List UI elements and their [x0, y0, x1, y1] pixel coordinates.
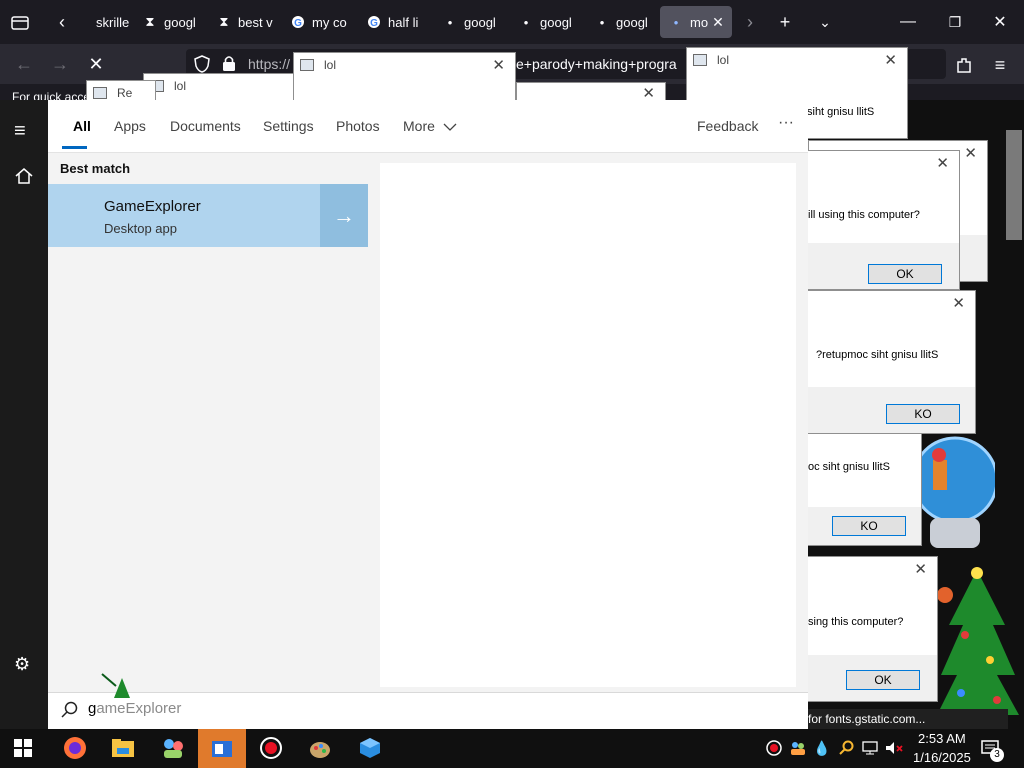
browser-tab-active[interactable]: • mo ✕ [660, 6, 732, 38]
tree-cursor-icon [100, 672, 134, 702]
dialog-ok-button[interactable]: KO [832, 516, 906, 536]
active-app-icon[interactable] [198, 729, 246, 768]
search-filter-bar: All Apps Documents Settings Photos More … [48, 100, 808, 153]
close-icon[interactable]: ✕ [492, 56, 505, 74]
window-close-icon[interactable]: ✕ [988, 10, 1012, 34]
popup-dialog[interactable]: lol ✕ [293, 52, 516, 102]
google-icon: G [290, 14, 306, 30]
close-icon[interactable]: ✕ [914, 560, 927, 578]
start-rail: ≡ ⚙ [0, 100, 48, 729]
svg-text:G: G [294, 18, 302, 29]
result-app-name[interactable]: GameExplorer [104, 198, 201, 215]
tab-documents[interactable]: Documents [170, 118, 241, 134]
dot-icon: • [447, 14, 453, 30]
search-input[interactable]: gameExplorer [88, 700, 181, 717]
file-explorer-icon[interactable] [108, 734, 138, 762]
url-text-start: https:// [248, 56, 291, 72]
new-tab-icon[interactable]: + [773, 10, 797, 34]
preview-pane [380, 163, 796, 687]
browser-tab[interactable]: • googl [510, 6, 584, 38]
chevron-down-icon [443, 118, 457, 134]
extensions-icon[interactable] [952, 53, 976, 77]
page-scrollbar[interactable] [1006, 130, 1022, 240]
open-details-arrow-icon[interactable]: → [320, 184, 368, 247]
browser-tab[interactable]: • googl [434, 6, 508, 38]
record-icon[interactable] [256, 734, 286, 762]
volume-muted-icon[interactable] [884, 734, 904, 762]
hourglass-icon: ⧗ [145, 14, 155, 29]
close-icon[interactable]: ✕ [952, 294, 965, 312]
clock-time[interactable]: 2:53 AM [918, 731, 966, 746]
browser-tab[interactable]: G half li [358, 6, 432, 38]
dot-icon: • [673, 14, 679, 30]
tab-photos[interactable]: Photos [336, 118, 380, 134]
menu-icon[interactable]: ≡ [988, 53, 1012, 77]
hourglass-icon: ⧗ [219, 14, 229, 29]
christmas-tree-image [935, 565, 1020, 730]
best-match-result[interactable] [48, 184, 320, 247]
result-app-type: Desktop app [104, 221, 177, 236]
list-tabs-icon[interactable]: ⌄ [813, 10, 837, 34]
tab-more[interactable]: More [403, 118, 457, 134]
dialog-ok-button[interactable]: KO [886, 404, 960, 424]
tab-all[interactable]: All [73, 118, 91, 134]
back-icon[interactable]: ← [12, 52, 36, 76]
tab-apps[interactable]: Apps [114, 118, 146, 134]
best-match-heading: Best match [60, 161, 131, 176]
tab-settings[interactable]: Settings [263, 118, 314, 134]
browser-tab-bar: ‹ skrille ⧗ googl ⧗ best v G my co G hal… [0, 0, 1024, 44]
recording-tray-icon[interactable] [764, 734, 784, 762]
stop-loading-icon[interactable]: ✕ [84, 52, 108, 76]
more-options-icon[interactable]: ··· [778, 114, 794, 132]
popup-dialog[interactable]: ✕ sing this computer? OK [808, 556, 938, 702]
close-icon[interactable]: ✕ [964, 144, 977, 162]
search-icon [60, 701, 78, 724]
forward-icon[interactable]: → [48, 52, 72, 76]
dot-icon: • [599, 14, 605, 30]
close-tab-icon[interactable]: ✕ [712, 14, 724, 31]
google-icon: G [366, 14, 382, 30]
window-icon [300, 59, 314, 71]
firefox-icon[interactable] [60, 734, 90, 762]
network-icon[interactable] [860, 734, 880, 762]
home-icon[interactable] [14, 166, 34, 191]
popup-dialog[interactable]: oc siht gnisu llitS KO [808, 434, 922, 546]
popup-dialog[interactable]: ✕ ill using this computer? OK [808, 150, 960, 290]
close-icon[interactable]: ✕ [936, 154, 949, 172]
restore-icon[interactable]: ❐ [943, 10, 967, 34]
clock-date[interactable]: 1/16/2025 [913, 750, 971, 765]
window-icon [693, 54, 707, 66]
search-tray-icon[interactable] [836, 734, 856, 762]
tab-overview-icon[interactable] [8, 10, 32, 34]
page-icon [74, 14, 90, 30]
window-icon [93, 87, 107, 99]
minimize-icon[interactable]: — [896, 10, 920, 34]
popup-dialog[interactable]: lol [143, 73, 303, 103]
close-icon[interactable]: ✕ [884, 51, 897, 69]
popup-dialog[interactable]: ✕ ?retupmoc siht gnisu llitS KO [808, 290, 976, 434]
people-app-icon[interactable] [158, 734, 188, 762]
drop-tray-icon[interactable]: 💧 [812, 734, 832, 762]
scroll-tabs-right-icon[interactable]: › [738, 10, 762, 34]
browser-tab[interactable]: skrille [66, 6, 140, 38]
start-button[interactable] [8, 734, 38, 762]
active-tab-indicator [62, 146, 87, 149]
browser-tab[interactable]: ⧗ best v [208, 6, 282, 38]
svg-text:G: G [370, 18, 378, 29]
browser-tab[interactable]: ⧗ googl [134, 6, 208, 38]
browser-tab[interactable]: • googl [586, 6, 660, 38]
people-tray-icon[interactable] [788, 734, 808, 762]
notification-count-badge: 3 [990, 748, 1004, 762]
paint-icon[interactable] [305, 734, 335, 762]
dialog-ok-button[interactable]: OK [868, 264, 942, 284]
settings-gear-icon[interactable]: ⚙ [14, 654, 30, 675]
3d-builder-icon[interactable] [355, 734, 385, 762]
browser-tab[interactable]: G my co [282, 6, 356, 38]
url-text-query: e+parody+making+progra [516, 56, 677, 72]
hamburger-menu-icon[interactable]: ≡ [14, 120, 26, 143]
dot-icon: • [523, 14, 529, 30]
status-bar: for fonts.gstatic.com... [808, 709, 1008, 729]
feedback-link[interactable]: Feedback [697, 118, 758, 134]
dialog-ok-button[interactable]: OK [846, 670, 920, 690]
